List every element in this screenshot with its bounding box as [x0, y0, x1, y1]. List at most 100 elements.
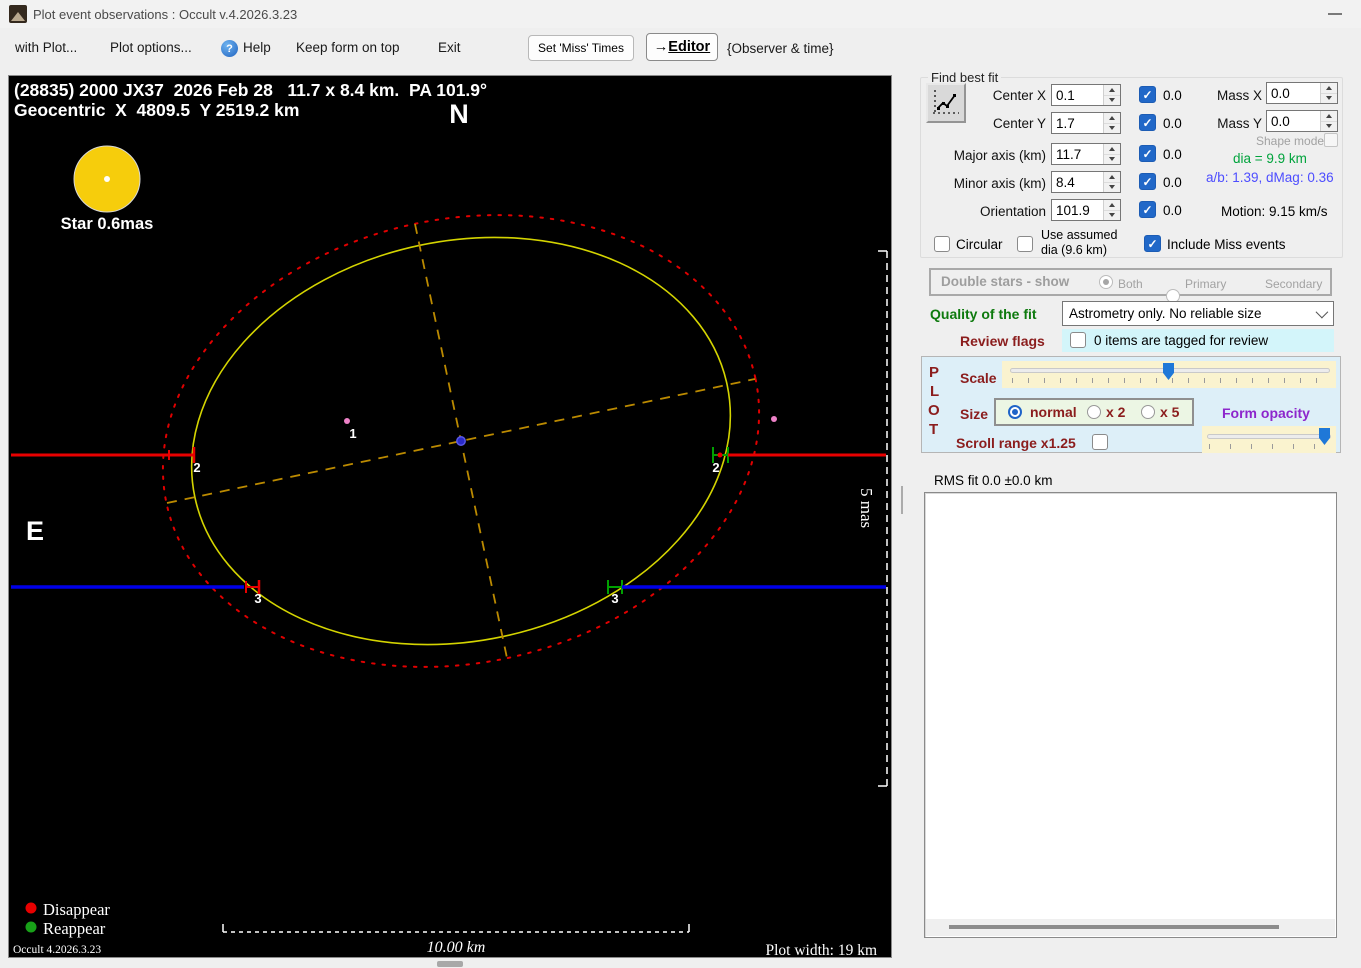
shape-model-checkbox[interactable] [1324, 133, 1338, 147]
dia-readout: dia = 9.9 km [1233, 151, 1307, 166]
chord-3[interactable] [11, 580, 886, 594]
menu-help[interactable]: Help [243, 40, 271, 55]
minor-axis-input[interactable] [1052, 172, 1103, 192]
panel-splitter[interactable] [901, 486, 903, 514]
mass-y-stepper[interactable] [1320, 111, 1337, 131]
include-miss-checkbox[interactable] [1144, 235, 1161, 252]
predicted-point-2 [771, 416, 777, 422]
minor-axis-stepper[interactable] [1103, 172, 1120, 192]
east-indicator: E [26, 516, 44, 546]
help-icon[interactable]: ? [221, 40, 238, 57]
list-hscrollbar-thumb[interactable] [949, 925, 1279, 929]
chord3-label-right: 3 [611, 591, 618, 606]
center-y-label: Center Y [992, 116, 1046, 131]
size-x2-radio[interactable] [1087, 405, 1101, 419]
star-center-dot [104, 176, 110, 182]
quality-label: Quality of the fit [930, 306, 1037, 322]
scroll-range-label: Scroll range x1.25 [956, 435, 1076, 451]
mass-y-input[interactable] [1267, 111, 1320, 131]
mass-y-field[interactable] [1266, 110, 1338, 132]
reappear-dot-icon [25, 921, 37, 933]
observer-time-label: {Observer & time} [727, 41, 834, 56]
size-normal-label: normal [1030, 404, 1077, 420]
rms-fit-label: RMS fit 0.0 ±0.0 km [934, 473, 1053, 488]
center-y-fit-checkbox[interactable] [1139, 114, 1156, 131]
center-x-flag: 0.0 [1163, 88, 1182, 103]
circular-checkbox[interactable] [934, 236, 950, 252]
major-axis-input[interactable] [1052, 144, 1103, 164]
center-x-fit-checkbox[interactable] [1139, 86, 1156, 103]
menu-plot-options[interactable]: Plot options... [110, 40, 192, 55]
disappear-dot-icon [25, 902, 37, 914]
chord2-label-left: 2 [193, 460, 200, 475]
double-stars-both-label: Both [1118, 277, 1143, 291]
app-icon [9, 5, 27, 23]
mass-x-stepper[interactable] [1320, 83, 1337, 103]
orientation-stepper[interactable] [1103, 200, 1120, 220]
shape-model-label: Shape model [1256, 134, 1327, 148]
occultation-plot[interactable]: 2 2 3 3 1 5 mas Star 0.6mas (28835) 2000… [8, 75, 892, 959]
set-miss-times-button[interactable]: Set 'Miss' Times [528, 35, 634, 61]
plot-letter-p: P [929, 364, 940, 381]
center-x-field[interactable] [1051, 84, 1121, 106]
plot-hscrollbar-thumb[interactable] [437, 961, 463, 967]
center-y-field[interactable] [1051, 112, 1121, 134]
plot-version: Occult 4.2026.3.23 [13, 944, 101, 956]
observation-list[interactable]: 1(P) Predicted 2 B Whitehurst, near Moun… [924, 492, 1337, 938]
menu-exit[interactable]: Exit [438, 40, 461, 55]
minor-axis-field[interactable] [1051, 171, 1121, 193]
size-normal-radio[interactable] [1008, 405, 1022, 419]
list-hscrollbar[interactable] [926, 919, 1335, 936]
vertical-scale-label: 5 mas [857, 488, 876, 528]
scroll-range-checkbox[interactable] [1092, 434, 1108, 450]
major-axis-fit-checkbox[interactable] [1139, 145, 1156, 162]
chord-2[interactable] [11, 447, 886, 463]
major-axis-field[interactable] [1051, 143, 1121, 165]
menu-keep-form-on-top[interactable]: Keep form on top [296, 40, 400, 55]
set-miss-times-label: Set 'Miss' Times [538, 41, 624, 55]
motion-readout: Motion: 9.15 km/s [1221, 204, 1328, 219]
double-stars-secondary-label: Secondary [1265, 277, 1323, 291]
quality-dropdown[interactable]: Astrometry only. No reliable size [1062, 301, 1334, 326]
center-x-stepper[interactable] [1103, 85, 1120, 105]
plot-title-line1: (28835) 2000 JX37 2026 Feb 28 11.7 x 8.4… [14, 80, 487, 100]
mass-x-input[interactable] [1267, 83, 1320, 103]
quality-value: Astrometry only. No reliable size [1069, 306, 1262, 321]
star-label: Star 0.6mas [61, 215, 154, 233]
mass-y-label: Mass Y [1217, 116, 1262, 131]
use-assumed-label-1: Use assumed [1041, 228, 1118, 242]
plot-title-line2: Geocentric X 4809.5 Y 2519.2 km [14, 100, 299, 120]
center-x-input[interactable] [1052, 85, 1103, 105]
review-flags-text: 0 items are tagged for review [1094, 333, 1269, 348]
orientation-input[interactable] [1052, 200, 1103, 220]
north-indicator: N [449, 99, 469, 129]
plot-letter-t: T [929, 421, 939, 438]
orientation-field[interactable] [1051, 199, 1121, 221]
center-y-input[interactable] [1052, 113, 1103, 133]
title-bar: Plot event observations : Occult v.4.202… [0, 0, 1361, 28]
plot-letter-o: O [928, 402, 940, 419]
size-x5-radio[interactable] [1141, 405, 1155, 419]
review-flags-checkbox[interactable] [1070, 332, 1086, 348]
vertical-scale-bar [878, 250, 888, 787]
minor-axis-fit-checkbox[interactable] [1139, 173, 1156, 190]
editor-button[interactable]: → Editor [646, 33, 718, 61]
form-opacity-slider-thumb[interactable] [1319, 428, 1330, 445]
ellipse-center-dot [456, 436, 466, 446]
chevron-down-icon [1315, 305, 1329, 319]
orientation-fit-checkbox[interactable] [1139, 201, 1156, 218]
center-y-stepper[interactable] [1103, 113, 1120, 133]
minimize-icon[interactable] [1320, 4, 1350, 24]
use-assumed-dia-checkbox[interactable] [1017, 236, 1033, 252]
legend-disappear: Disappear [43, 900, 110, 919]
menu-with-plot[interactable]: with Plot... [15, 40, 77, 55]
mass-x-field[interactable] [1266, 82, 1338, 104]
scale-slider[interactable] [1002, 361, 1336, 388]
legend-reappear: Reappear [43, 919, 106, 938]
major-axis-stepper[interactable] [1103, 144, 1120, 164]
major-axis-label: Major axis (km) [953, 148, 1046, 163]
major-axis-flag: 0.0 [1163, 147, 1182, 162]
double-stars-radio-both[interactable] [1099, 275, 1113, 289]
form-opacity-slider[interactable] [1202, 426, 1336, 453]
size-x2-label: x 2 [1106, 404, 1126, 420]
